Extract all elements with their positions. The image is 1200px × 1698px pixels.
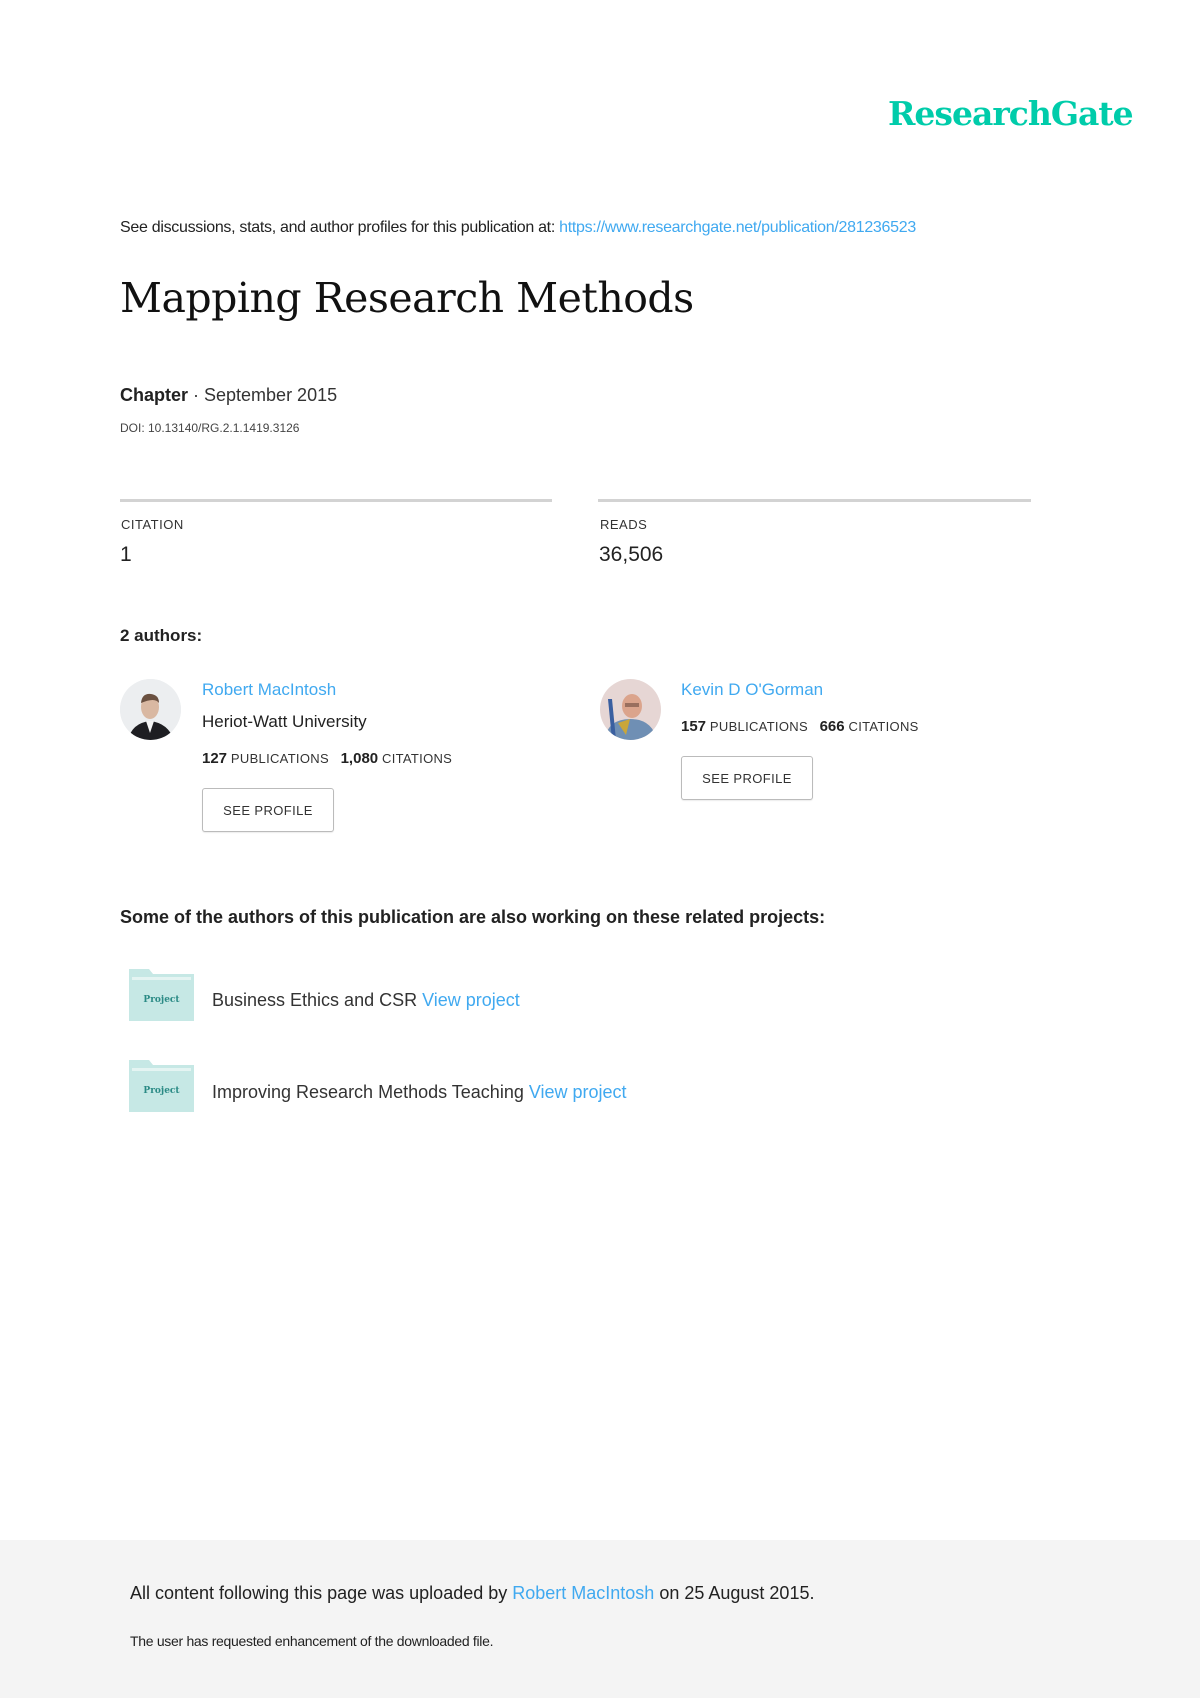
publication-type: Chapter — [120, 385, 189, 405]
footer — [0, 1540, 1200, 1698]
author-photo-icon — [120, 679, 181, 740]
divider — [120, 499, 552, 502]
upload-suffix: on 25 August 2015. — [654, 1583, 815, 1603]
publication-meta: Chapter · September 2015 — [120, 385, 337, 406]
intro-text: See discussions, stats, and author profi… — [120, 219, 560, 236]
see-profile-button[interactable]: SEE PROFILE — [681, 756, 813, 800]
citations-label: CITATIONS — [848, 719, 919, 734]
uploader-link[interactable]: Robert MacIntosh — [512, 1583, 654, 1603]
publications-label: PUBLICATIONS — [709, 719, 808, 734]
enhancement-note: The user has requested enhancement of th… — [130, 1633, 494, 1649]
citations-label: CITATIONS — [382, 751, 453, 766]
author-photo-icon — [600, 679, 661, 740]
project-folder-icon: Project — [129, 1060, 194, 1112]
author-name-link[interactable]: Robert MacIntosh — [202, 680, 336, 700]
citations-count: 1,080 — [340, 750, 379, 767]
related-projects-heading: Some of the authors of this publication … — [120, 907, 826, 927]
author-stats: 157 PUBLICATIONS 666 CITATIONS — [681, 718, 919, 735]
reads-count: 36,506 — [599, 543, 664, 566]
publication-link-line: See discussions, stats, and author profi… — [120, 219, 916, 237]
project-icon-label: Project — [143, 1086, 180, 1096]
view-project-link[interactable]: View project — [529, 1082, 627, 1102]
publications-count: 127 — [202, 750, 228, 767]
page-title: Mapping Research Methods — [120, 274, 694, 322]
see-profile-button[interactable]: SEE PROFILE — [202, 788, 334, 832]
publication-date: · September 2015 — [188, 385, 338, 405]
citation-label: CITATION — [121, 517, 184, 532]
reads-label: READS — [600, 517, 648, 532]
author-name-link[interactable]: Kevin D O'Gorman — [681, 680, 823, 700]
publication-url-link[interactable]: https://www.researchgate.net/publication… — [559, 219, 916, 236]
project-title: Business Ethics and CSR — [212, 990, 423, 1010]
author-avatar[interactable] — [600, 679, 661, 740]
publications-label: PUBLICATIONS — [230, 751, 329, 766]
author-stats: 127 PUBLICATIONS 1,080 CITATIONS — [202, 750, 452, 767]
project-item: Business Ethics and CSR View project — [212, 990, 520, 1011]
author-avatar[interactable] — [120, 679, 181, 740]
upload-prefix: All content following this page was uplo… — [130, 1583, 513, 1603]
authors-heading: 2 authors: — [120, 626, 203, 645]
publications-count: 157 — [681, 718, 707, 735]
citation-count: 1 — [120, 543, 132, 566]
divider — [598, 499, 1031, 502]
view-project-link[interactable]: View project — [422, 990, 520, 1010]
doi: DOI: 10.13140/RG.2.1.1419.3126 — [120, 421, 300, 435]
upload-info: All content following this page was uplo… — [130, 1583, 814, 1604]
project-title: Improving Research Methods Teaching — [212, 1082, 529, 1102]
project-icon-label: Project — [143, 995, 180, 1005]
researchgate-logo: ResearchGate — [888, 94, 1134, 133]
project-folder-icon: Project — [129, 969, 194, 1021]
citations-count: 666 — [819, 718, 845, 735]
project-item: Improving Research Methods Teaching View… — [212, 1082, 627, 1103]
author-affiliation: Heriot-Watt University — [202, 712, 367, 731]
